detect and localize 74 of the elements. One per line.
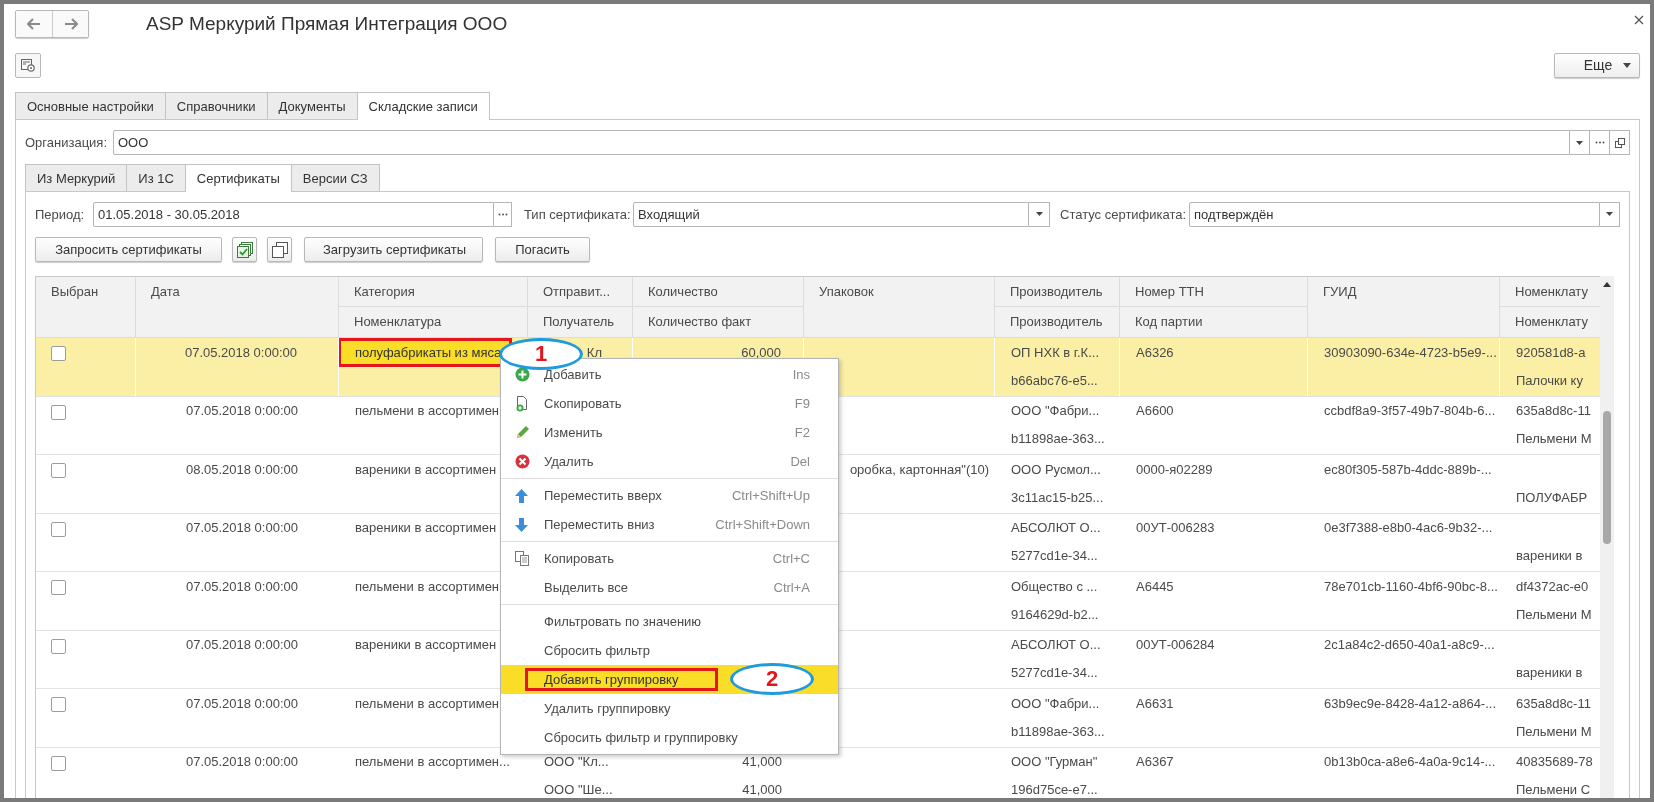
table-cell: 635a8d8c-11: [1516, 403, 1591, 418]
table-cell: вареники в ассортимен: [355, 461, 497, 477]
table-cell: пельмени в ассортимен...: [355, 754, 510, 769]
table-cell: A6600: [1136, 403, 1174, 418]
table-cell: 0e3f7388-e8b0-4ac6-9b32-...: [1324, 520, 1493, 535]
field-label: Период:: [35, 206, 86, 222]
table-cell: 635a8d8c-11: [1516, 695, 1591, 711]
step-callout: 2: [730, 663, 814, 695]
table-cell: вареники в: [1516, 665, 1583, 680]
table-cell: 2c1a84c2-d650-40a1-a8c9-...: [1324, 637, 1495, 652]
table-cell: A6326: [1136, 344, 1174, 360]
table-cell: 60,000: [741, 344, 781, 360]
table-cell: ООО "Ше...: [544, 782, 613, 797]
table-cell: Пельмени С: [1516, 782, 1591, 797]
table-cell: Пельмени М: [1516, 431, 1592, 446]
table-cell: b66abc76-e5...: [1011, 372, 1098, 388]
table-cell: ПОЛУФАБР: [1516, 489, 1588, 505]
table-cell: 00УТ-006283: [1136, 520, 1215, 535]
table-cell: вареники в: [1516, 548, 1583, 563]
table-cell: Пельмени М: [1516, 606, 1592, 622]
table-cell: 196d75ce-e7...: [1011, 782, 1098, 797]
table-cell: Палочки ку: [1516, 372, 1583, 388]
table-cell: пельмени в ассортимен: [355, 403, 500, 418]
table-cell: АБСОЛЮТ О...: [1011, 520, 1101, 535]
table-cell: b11898ae-363...: [1011, 431, 1105, 446]
table-cell: вареники в ассортимен: [355, 637, 497, 652]
table-cell: 07.05.2018 0:00:00: [184, 344, 297, 360]
table-cell: 920581d8-a: [1516, 344, 1586, 360]
table-cell: df4372ac-e0: [1516, 578, 1589, 594]
table-cell: A6631: [1136, 695, 1174, 711]
table-cell: 5277cd1e-34...: [1011, 665, 1098, 680]
field-label: Тип сертификата:: [524, 206, 632, 222]
table-cell: полуфабрикаты из мяса: [341, 340, 510, 364]
table-cell: A6367: [1136, 754, 1174, 769]
table-cell: 07.05.2018 0:00:00: [185, 754, 298, 769]
table-cell: 63b9ec9e-8428-4a12-a864-...: [1324, 695, 1497, 711]
table-cell: ООО "Фабри...: [1011, 403, 1100, 418]
table-cell: 07.05.2018 0:00:00: [185, 520, 298, 535]
table-cell: A6445: [1136, 578, 1174, 594]
field-label: Статус сертификата:: [1060, 206, 1188, 222]
table-cell: 30903090-634e-4723-b5e9-...: [1324, 344, 1497, 360]
table-cell: ec80f305-587b-4ddc-889b-...: [1324, 461, 1492, 477]
table-cell: 9164629d-b2...: [1011, 606, 1099, 622]
table-cell: Общество с ...: [1011, 578, 1098, 594]
table-cell: 3c11ac15-b25...: [1011, 489, 1104, 505]
table-cell: 07.05.2018 0:00:00: [185, 403, 298, 418]
table-cell: пельмени в ассортимен: [355, 578, 500, 594]
table-cell: 08.05.2018 0:00:00: [185, 461, 298, 477]
table-cell: 00УТ-006284: [1136, 637, 1215, 652]
table-cell: ООО "Кл...: [544, 754, 609, 769]
window-title: ASP Меркурий Прямая Интеграция ООО: [146, 13, 508, 35]
field-label: Организация:: [25, 135, 109, 150]
table-cell: 0b13b0ca-a8e6-4a0a-9c14-...: [1324, 754, 1496, 769]
table-cell: ООО "Фабри...: [1011, 695, 1100, 711]
table-cell: ООО Русмол...: [1011, 461, 1101, 477]
table-cell: 40835689-78: [1516, 754, 1593, 769]
table-cell: 07.05.2018 0:00:00: [185, 695, 298, 711]
table-cell: ООО "Гурман": [1011, 754, 1098, 769]
table-cell: вареники в ассортимен: [355, 520, 497, 535]
table-cell: АБСОЛЮТ О...: [1011, 637, 1101, 652]
table-cell: оробка, картонная"(10): [849, 461, 989, 477]
table-cell: 0000-я02289: [1136, 461, 1213, 477]
table-cell: Кл: [586, 344, 602, 360]
table-cell: ccbdf8a9-3f57-49b7-804b-6...: [1324, 403, 1496, 418]
table-cell: 5277cd1e-34...: [1011, 548, 1098, 563]
table-cell: 41,000: [742, 782, 782, 797]
table-cell: 07.05.2018 0:00:00: [185, 637, 298, 652]
table-cell: 07.05.2018 0:00:00: [185, 578, 298, 594]
table-cell: b11898ae-363...: [1011, 723, 1105, 739]
table-cell: пельмени в ассортимен: [355, 695, 500, 711]
table-cell: 78e701cb-1160-4bf6-90bc-8...: [1324, 578, 1498, 594]
table-cell: 41,000: [742, 754, 782, 769]
table-cell: Пельмени М: [1516, 723, 1592, 739]
table-cell: ОП НХК в г.К...: [1011, 344, 1099, 360]
